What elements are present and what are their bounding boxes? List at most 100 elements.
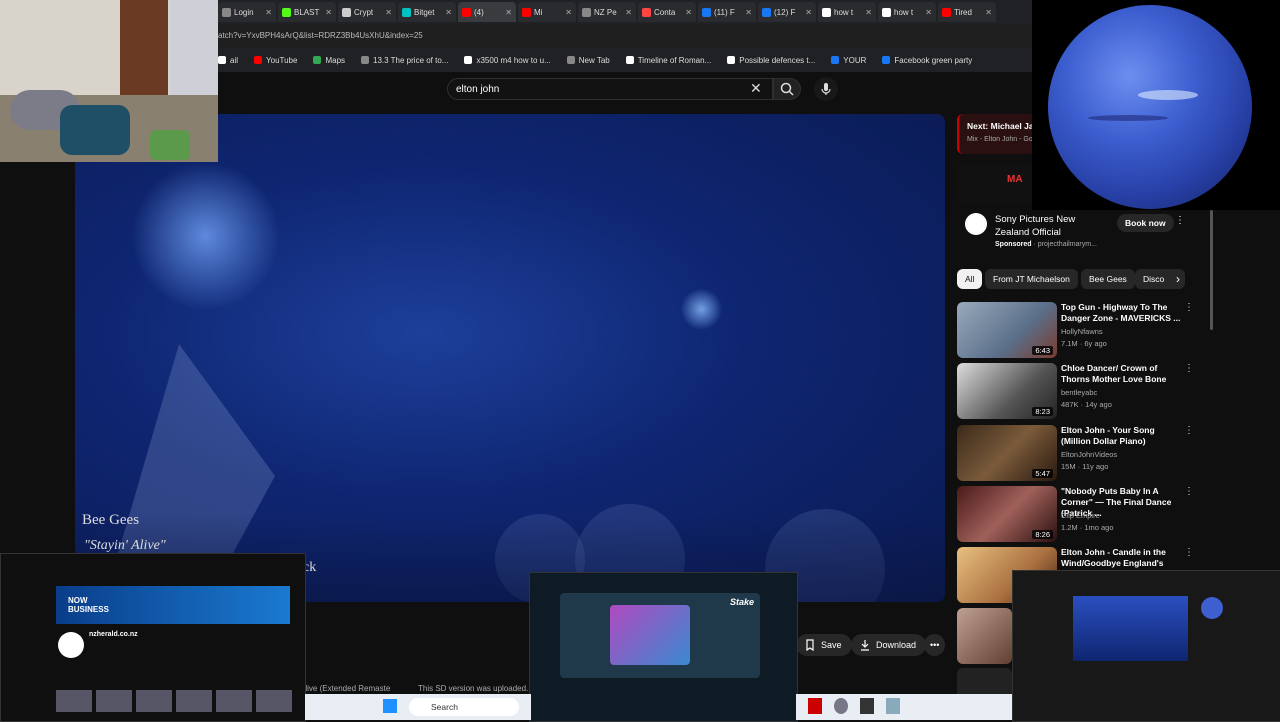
windows-taskbar: Search — [305, 694, 531, 720]
settings-icon[interactable] — [834, 698, 848, 714]
browser-tab[interactable]: how t ✕ — [878, 2, 936, 22]
close-icon[interactable]: ✕ — [625, 8, 632, 17]
browser-tab[interactable]: Tired ✕ — [938, 2, 996, 22]
browser-tab[interactable]: Crypt ✕ — [338, 2, 396, 22]
neptune-image — [1048, 5, 1252, 209]
bookmark-label: ail — [230, 55, 239, 65]
more-icon[interactable]: ⋮ — [1184, 302, 1194, 313]
more-icon[interactable]: ⋮ — [1184, 547, 1194, 558]
bookmark[interactable]: New Tab — [566, 56, 610, 65]
close-icon[interactable]: ✕ — [745, 8, 752, 17]
more-actions-button[interactable]: ••• — [924, 634, 946, 656]
close-icon[interactable]: ✕ — [505, 8, 512, 17]
tab-label: Crypt — [354, 7, 374, 17]
bookmark[interactable]: 13.3 The price of to... — [361, 56, 448, 65]
bookmark-label: 13.3 The price of to... — [373, 55, 449, 65]
close-icon[interactable]: ✕ — [445, 8, 452, 17]
tab-label: (4) — [474, 7, 484, 17]
browser-tab[interactable]: Bitget ✕ — [398, 2, 456, 22]
browser-tab[interactable]: (11) F ✕ — [698, 2, 756, 22]
bookmark[interactable]: YOUR — [831, 56, 866, 65]
video-thumbnail[interactable] — [957, 608, 1012, 664]
bookmark[interactable]: YouTube — [254, 56, 297, 65]
address-bar[interactable]: atch?v=YxvBPH4sArQ&list=RDRZ3Bb4UsXhU&in… — [218, 24, 1032, 48]
close-icon[interactable]: ✕ — [805, 8, 812, 17]
close-icon[interactable]: ✕ — [565, 8, 572, 17]
close-icon[interactable]: ✕ — [865, 8, 872, 17]
tab-favicon — [642, 7, 651, 17]
chevron-right-icon[interactable]: › — [1176, 272, 1180, 286]
tab-label: how t — [834, 7, 854, 17]
search-icon — [780, 82, 794, 96]
browser-tab[interactable]: (12) F ✕ — [758, 2, 816, 22]
bookmark-icon — [254, 56, 263, 64]
app-icon[interactable] — [860, 698, 874, 714]
microphone-icon — [821, 83, 831, 95]
tab-favicon — [822, 7, 831, 17]
tab-favicon — [942, 7, 951, 17]
save-button[interactable]: Save — [796, 634, 852, 656]
browser-tab[interactable]: how t ✕ — [818, 2, 876, 22]
bookmark[interactable]: Possible defences t... — [727, 56, 815, 65]
browser-tab[interactable]: Login ✕ — [218, 2, 276, 22]
chip-from-jt-michaelson[interactable]: From JT Michaelson — [985, 269, 1078, 289]
bookmark-label: Facebook green party — [894, 55, 973, 65]
more-icon[interactable]: ⋮ — [1184, 425, 1194, 436]
bookmark[interactable]: Maps — [313, 56, 345, 65]
bookmark[interactable]: Timeline of Roman... — [625, 56, 711, 65]
stake-window-overlay: Stake — [529, 572, 798, 722]
sidebar-scrollbar[interactable] — [1210, 210, 1213, 330]
up-next-card[interactable]: Next: Michael Jac Mix - Elton John - Go — [957, 114, 1038, 154]
recommendation-item[interactable]: 5:47 Elton John - Your Song (Million Dol… — [957, 425, 1212, 481]
browser-tab[interactable]: Conta ✕ — [638, 2, 696, 22]
clear-search-icon[interactable]: ✕ — [750, 80, 762, 97]
recommendation-channel: Clip Empire — [1061, 511, 1100, 520]
bookmark[interactable]: Facebook green party — [882, 56, 972, 65]
recommendation-item[interactable]: 8:26 "Nobody Puts Baby In A Corner" — Th… — [957, 486, 1212, 542]
bookmark-icon — [313, 56, 322, 64]
download-button[interactable]: Download — [851, 634, 927, 656]
chip-all[interactable]: All — [957, 269, 983, 289]
search-button[interactable] — [773, 78, 801, 100]
recommendation-meta: 7.1M · 6y ago — [1061, 339, 1107, 348]
bookmark[interactable]: x3500 m4 how to u... — [464, 56, 551, 65]
recommendation-item[interactable]: 6:43 Top Gun - Highway To The Danger Zon… — [957, 302, 1212, 358]
close-icon[interactable]: ✕ — [385, 8, 392, 17]
browser-tab[interactable]: NZ Pe ✕ — [578, 2, 636, 22]
book-now-button[interactable]: Book now — [1117, 214, 1174, 232]
close-icon[interactable]: ✕ — [265, 8, 272, 17]
duration-badge: 8:23 — [1032, 407, 1053, 416]
close-icon[interactable]: ✕ — [925, 8, 932, 17]
search-input[interactable]: elton john — [447, 78, 773, 100]
close-icon[interactable]: ✕ — [985, 8, 992, 17]
chair-image — [60, 105, 130, 155]
bookmark[interactable]: ail — [218, 56, 238, 65]
ad-sponsor-line: Sponsored · projecthailmarym... — [995, 241, 1097, 248]
voice-search-button[interactable] — [814, 77, 838, 101]
tab-label: Conta — [654, 7, 676, 17]
more-icon[interactable]: ⋮ — [1184, 486, 1194, 497]
browser-tab[interactable]: Mi ✕ — [518, 2, 576, 22]
tab-favicon — [582, 7, 591, 17]
chip-bee-gees[interactable]: Bee Gees — [1081, 269, 1135, 289]
taskbar-search[interactable]: Search — [409, 698, 519, 716]
ad-menu-icon[interactable]: ⋮ — [1175, 215, 1185, 226]
tab-label: Tired — [954, 7, 972, 17]
app-icon[interactable] — [886, 698, 900, 714]
video-caption-song: "Stayin' Alive" — [84, 538, 166, 553]
browser-tab-active[interactable]: (4) ✕ — [458, 2, 516, 22]
windows-start-icon[interactable] — [383, 699, 397, 713]
close-icon[interactable]: ✕ — [685, 8, 692, 17]
video-thumbnail: 6:43 — [957, 302, 1057, 358]
download-icon — [861, 640, 869, 651]
app-icon[interactable] — [808, 698, 822, 714]
recommendation-item[interactable]: 8:23 Chloe Dancer/ Crown of Thorns Mothe… — [957, 363, 1212, 419]
download-label: Download — [876, 640, 917, 650]
close-icon[interactable]: ✕ — [325, 8, 332, 17]
video-player[interactable] — [75, 114, 945, 602]
browser-tab[interactable]: BLAST ✕ — [278, 2, 336, 22]
more-icon[interactable]: ⋮ — [1184, 363, 1194, 374]
sponsor-link[interactable]: projecthailmarym... — [1038, 241, 1097, 248]
video-title-fragment: Alive (Extended Remaste — [300, 684, 391, 693]
bookmark-label: Possible defences t... — [739, 55, 816, 65]
